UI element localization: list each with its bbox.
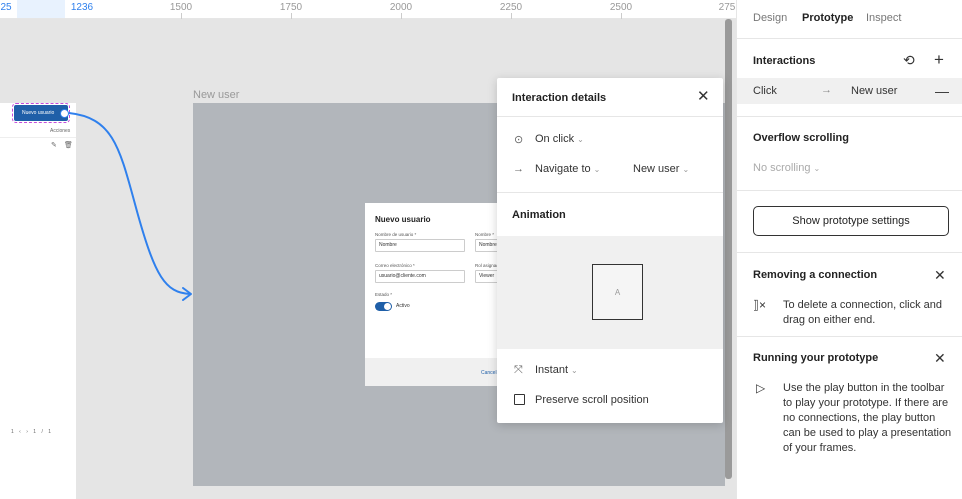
email-field: usuario@cliente.com [375,270,465,283]
status-label: Estado * [375,292,393,297]
email-label: Correo electrónico * [375,263,415,268]
pagination: 1 ‹ › 1 / 1 [11,429,52,435]
ruler-tick: 25 [0,2,12,13]
close-icon[interactable]: ✕ [934,351,946,365]
chevron-down-icon: ⌄ [813,164,821,173]
ruler-tick: 1750 [279,2,303,13]
table-row-divider [0,137,76,138]
ruler-tick: 2250 [499,2,523,13]
popover-title: Interaction details [512,92,607,104]
trigger-dropdown[interactable]: On click ⌄ [535,133,584,145]
action-value: Navigate to [535,163,591,175]
play-icon: ▷ [756,381,766,395]
ruler-tick: 1500 [169,2,193,13]
removing-help-text: To delete a connection, click and drag o… [783,299,942,326]
overflow-dropdown[interactable]: No scrolling ⌄ [753,162,820,174]
add-icon[interactable]: + [934,51,944,68]
arrow-right-icon: → [821,84,832,96]
ruler-tick: 1236 [70,2,94,13]
canvas-vertical-scrollbar[interactable] [725,19,732,479]
ruler-tick: 2500 [609,2,633,13]
ruler-selection-highlight [17,0,65,18]
instant-transition-icon: ⤧ [514,364,523,376]
show-prototype-settings-button[interactable]: Show prototype settings [753,206,949,236]
interaction-details-popover: Interaction details ✕ ⊙ On click ⌄ → Navi… [497,78,723,423]
acciones-header: Acciones [50,128,71,134]
modal-title: Nuevo usuario [375,215,431,224]
horizontal-ruler: 25 1236 1500 1750 2000 2250 2500 275 [0,0,736,19]
running-help-text: Use the play button in the toolbar to pl… [783,382,952,454]
preserve-scroll-checkbox[interactable] [514,394,525,405]
remove-icon[interactable]: — [935,83,949,99]
frame-label[interactable]: New user [193,89,239,101]
chevron-down-icon: ⌄ [593,165,601,174]
name-label: Nombre * [475,232,495,237]
tab-design[interactable]: Design [753,12,787,24]
preserve-scroll-label[interactable]: Preserve scroll position [535,394,649,406]
username-label: Nombre de usuario * [375,232,417,237]
status-value: Activo [396,303,410,309]
chevron-down-icon: ⌄ [682,165,690,174]
tab-prototype[interactable]: Prototype [802,12,853,24]
username-field: Nombre [375,239,465,252]
divider [497,192,723,193]
divider [737,38,962,39]
animation-title: Animation [512,209,566,221]
animation-preview: A [497,236,723,349]
close-icon[interactable]: ✕ [697,89,710,104]
divider [737,190,962,191]
transition-dropdown[interactable]: Instant ⌄ [535,364,578,376]
source-frame[interactable] [0,103,76,499]
interaction-destination: New user [851,85,898,97]
interaction-row[interactable]: Click → New user — [737,78,962,104]
chevron-down-icon: ⌄ [571,366,578,375]
ruler-tick: 275 [718,2,736,13]
trash-icon[interactable]: 🗑 [64,141,73,149]
disconnect-icon: ⟧× [753,298,766,312]
divider [737,116,962,117]
divider [497,116,723,117]
divider [737,252,962,253]
transition-value: Instant [535,364,569,376]
overflow-title: Overflow scrolling [753,132,849,144]
divider [737,336,962,337]
arrow-right-icon: → [513,163,524,175]
edit-icon[interactable]: ✎ [51,141,57,149]
animation-preview-frame: A [592,264,643,320]
trigger-value: On click [535,133,575,145]
cancel-link: Cancel [481,370,497,376]
interactions-title: Interactions [753,55,816,67]
destination-value: New user [633,163,680,175]
overflow-value: No scrolling [753,162,811,174]
removing-title: Removing a connection [753,269,878,281]
ruler-tick: 2000 [389,2,413,13]
close-icon[interactable]: ✕ [934,268,946,282]
connection-handle[interactable] [60,109,69,118]
chevron-down-icon: ⌄ [577,135,584,144]
running-title: Running your prototype [753,352,879,364]
tab-inspect[interactable]: Inspect [866,12,901,24]
trigger-icon: ⊙ [514,134,524,146]
status-toggle [375,302,392,311]
flow-starting-point-icon[interactable]: ⟲ [903,53,915,67]
action-dropdown[interactable]: Navigate to ⌄ [535,163,600,175]
right-properties-panel: Design Prototype Inspect Interactions ⟲ … [736,0,962,499]
destination-dropdown[interactable]: New user ⌄ [633,163,689,175]
interaction-trigger: Click [753,85,777,97]
